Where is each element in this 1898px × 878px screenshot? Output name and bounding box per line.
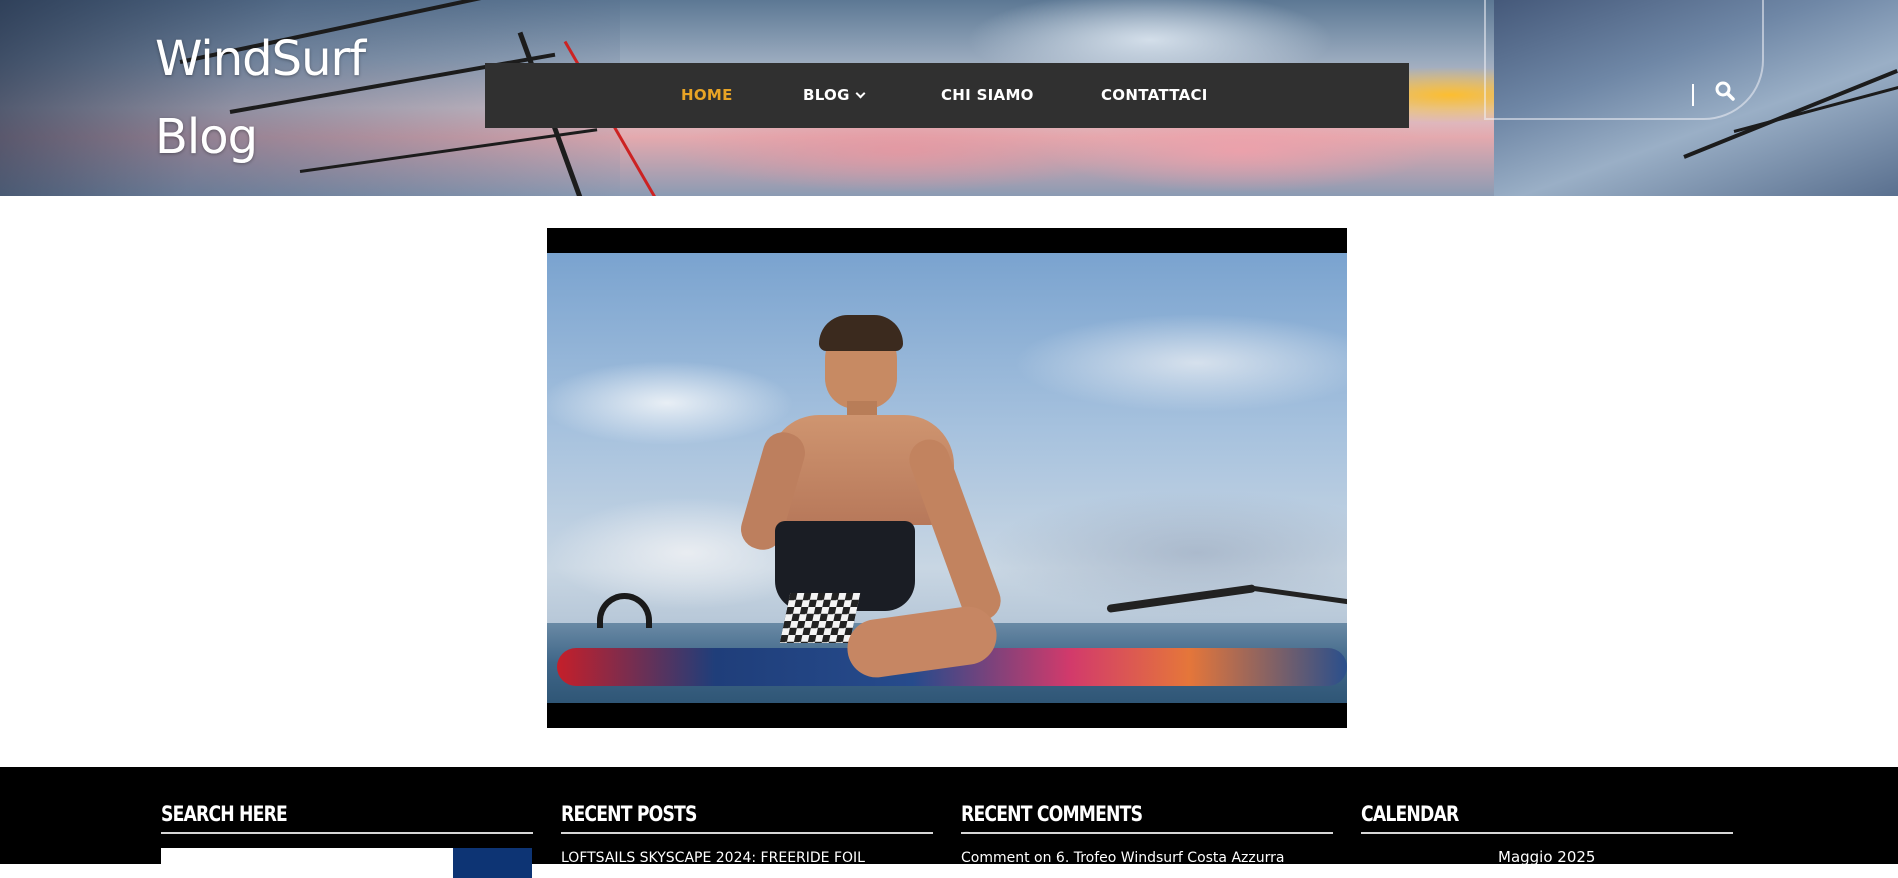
search-button[interactable]	[453, 848, 532, 878]
boom	[1106, 584, 1257, 613]
search-input[interactable]	[161, 848, 453, 878]
windsurf-sail-image-right	[1484, 0, 1898, 196]
nav-item-contattaci[interactable]: CONTATTACI	[1101, 63, 1208, 128]
widget-title-recent-posts: RECENT POSTS	[561, 802, 697, 826]
calendar-month: Maggio 2025	[1498, 848, 1596, 866]
widget-divider	[961, 832, 1333, 834]
nav-item-blog[interactable]: BLOG	[803, 63, 866, 128]
search-icon[interactable]	[1714, 80, 1740, 106]
search-divider	[1692, 84, 1694, 106]
nav-item-blog-label: BLOG	[803, 86, 850, 104]
widget-calendar: CALENDAR	[1361, 801, 1733, 834]
nav-item-chi-siamo[interactable]: CHI SIAMO	[941, 63, 1034, 128]
widget-recent-comments: RECENT COMMENTS Comment on 6. Trofeo Win…	[961, 801, 1333, 866]
site-title[interactable]: WindSurf Blog	[155, 20, 415, 176]
video-frame	[547, 253, 1347, 703]
footstrap	[597, 593, 652, 628]
widget-title-recent-comments: RECENT COMMENTS	[961, 802, 1143, 826]
featured-video[interactable]	[547, 228, 1347, 728]
site-header: WindSurf Blog HOME BLOG CHI SIAMO CONTAT…	[0, 0, 1898, 196]
nav-item-home[interactable]: HOME	[681, 63, 733, 128]
widget-divider	[161, 832, 533, 834]
mast-base	[1246, 585, 1347, 606]
chevron-down-icon	[855, 88, 866, 99]
widget-search: SEARCH HERE	[161, 801, 533, 834]
widget-divider	[561, 832, 933, 834]
main-navigation: HOME BLOG CHI SIAMO CONTATTACI	[485, 63, 1409, 128]
widget-title-search: SEARCH HERE	[161, 802, 288, 826]
widget-title-calendar: CALENDAR	[1361, 802, 1459, 826]
widget-divider	[1361, 832, 1733, 834]
widget-recent-posts: RECENT POSTS LOFTSAILS SKYSCAPE 2024: FR…	[561, 801, 933, 866]
